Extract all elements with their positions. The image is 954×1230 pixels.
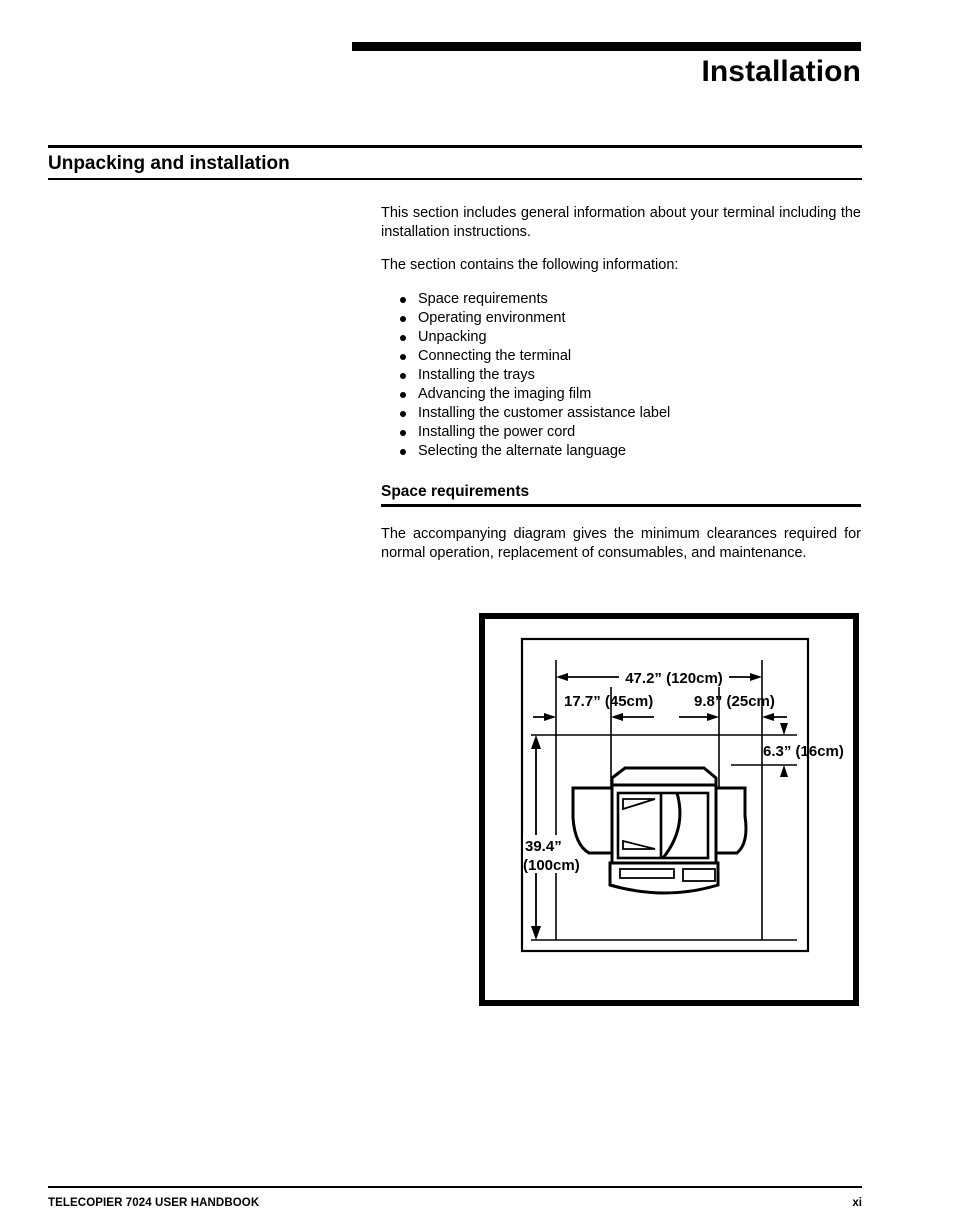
document-page: Installation Unpacking and installation … <box>0 0 954 1230</box>
list-item-label: Space requirements <box>418 290 548 307</box>
page-title: Installation <box>701 55 861 88</box>
bullet-icon <box>400 315 406 322</box>
list-item-label: Installing the trays <box>418 366 535 383</box>
list-item-label: Connecting the terminal <box>418 347 572 364</box>
topic-list: Space requirements Operating environment… <box>381 290 861 462</box>
list-item: Connecting the terminal <box>381 347 861 366</box>
subsection-rule <box>381 504 861 507</box>
dimension-rear-clearance-label: 6.3” (16cm) <box>763 743 844 760</box>
list-item: Space requirements <box>381 290 861 309</box>
bullet-icon <box>400 353 406 360</box>
dimension-left-clearance-label: 17.7” (45cm) <box>564 693 653 710</box>
bullet-icon <box>400 449 406 456</box>
footer-rule <box>48 1186 862 1188</box>
list-item: Operating environment <box>381 309 861 328</box>
bullet-icon <box>400 430 406 437</box>
dimension-depth-label-2: (100cm) <box>523 857 580 874</box>
subsection-heading: Space requirements <box>381 483 530 500</box>
intro-paragraph-1: This section includes general informatio… <box>381 205 861 240</box>
list-item: Unpacking <box>381 328 861 347</box>
machine-control-slot-left <box>619 868 675 879</box>
list-item-label: Installing the customer assistance label <box>418 405 671 422</box>
dimension-total-width-label: 47.2” (120cm) <box>625 670 723 687</box>
dimension-arrow-row <box>533 713 787 721</box>
section-rule-top <box>48 145 862 148</box>
bullet-icon <box>400 391 406 398</box>
bullet-icon <box>400 411 406 418</box>
section-heading: Unpacking and installation <box>48 153 290 174</box>
list-item: Installing the power cord <box>381 423 861 442</box>
bullet-icon <box>400 296 406 303</box>
list-item-label: Operating environment <box>418 309 566 326</box>
footer-page-number: xi <box>852 1197 862 1209</box>
footer-handbook-title: TELECOPIER 7024 USER HANDBOOK <box>48 1197 260 1209</box>
space-requirements-diagram: 47.2” (120cm) 17.7” (45cm) 9.8” (25cm) 6… <box>479 613 859 1006</box>
machine-control-slot-right <box>682 868 716 882</box>
header-rule <box>352 42 861 51</box>
body-column: This section includes general informatio… <box>381 204 861 461</box>
section-rule-bottom <box>48 178 862 180</box>
list-item-label: Selecting the alternate language <box>418 443 626 460</box>
subsection-paragraph: The accompanying diagram gives the minim… <box>381 526 861 561</box>
list-item: Advancing the imaging film <box>381 385 861 404</box>
list-item: Installing the customer assistance label <box>381 404 861 423</box>
bullet-icon <box>400 334 406 341</box>
dimension-right-clearance-label: 9.8” (25cm) <box>694 693 775 710</box>
dimension-depth: 39.4” (100cm) <box>523 735 580 940</box>
dimension-total-width: 47.2” (120cm) <box>556 667 762 687</box>
intro-paragraph-2: The section contains the following infor… <box>381 257 679 273</box>
dimension-depth-label-1: 39.4” <box>525 838 562 855</box>
list-item: Selecting the alternate language <box>381 442 861 461</box>
bullet-icon <box>400 372 406 379</box>
machine-top-view <box>571 766 748 895</box>
list-item-label: Advancing the imaging film <box>418 385 592 402</box>
list-item-label: Installing the power cord <box>418 424 576 441</box>
list-item-label: Unpacking <box>418 328 487 345</box>
list-item: Installing the trays <box>381 366 861 385</box>
dimension-rear-clearance: 6.3” (16cm) <box>763 723 844 777</box>
